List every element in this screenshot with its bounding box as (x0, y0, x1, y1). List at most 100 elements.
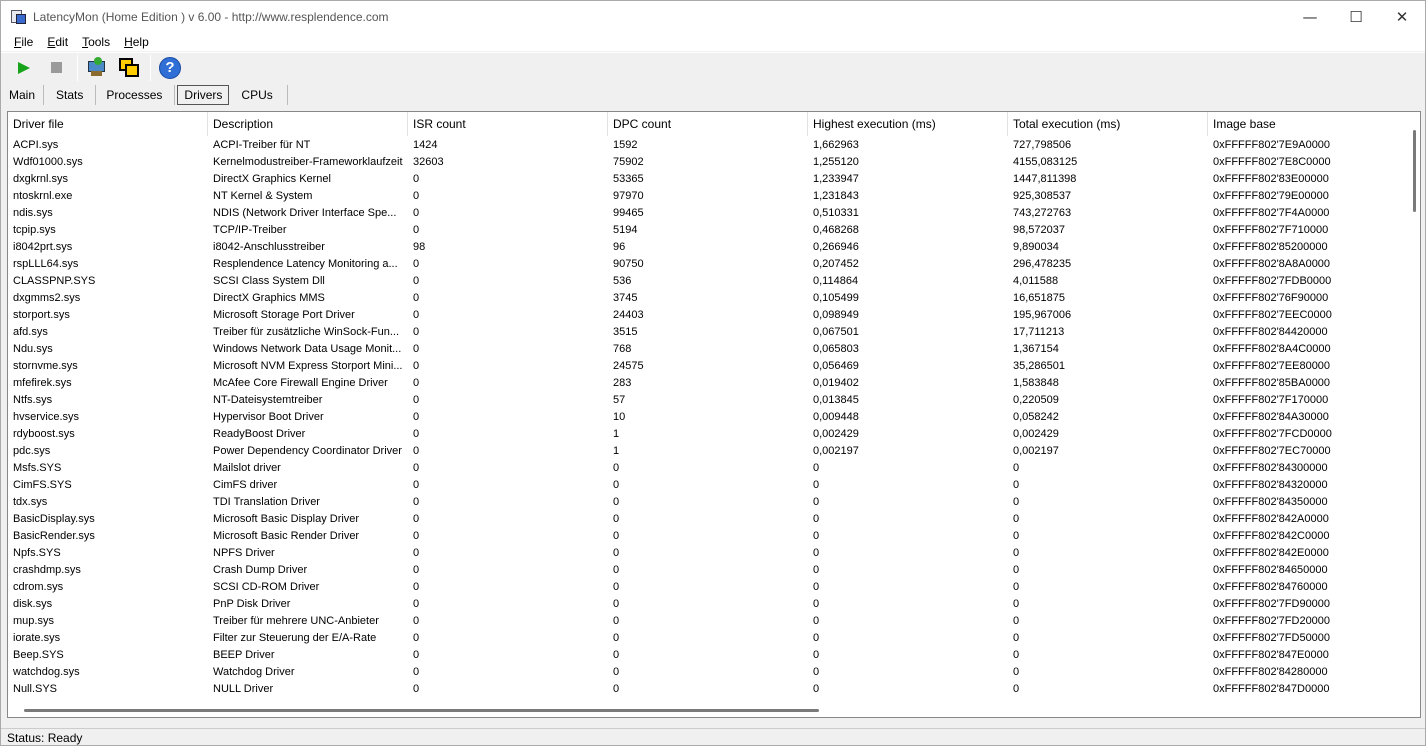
table-cell: 195,967006 (1013, 309, 1072, 321)
table-row[interactable]: tcpip.sys TCP/IP-Treiber 0 5194 0,468268 98,5… (8, 222, 1408, 239)
table-cell: 0xFFFFF802'84650000 (1213, 564, 1328, 576)
table-cell: 0,002429 (813, 428, 859, 440)
table-row[interactable]: rspLLL64.sys Resplendence Latency Monitor… (8, 256, 1408, 273)
table-row[interactable]: CLASSPNP.SYS SCSI Class System Dll 0 536 0,1… (8, 273, 1408, 290)
stop-button[interactable] (43, 55, 69, 81)
drivers-table[interactable]: Driver file Description ISR count DPC co… (7, 111, 1421, 718)
table-cell: 0 (613, 581, 620, 593)
table-row[interactable]: Ndu.sys Windows Network Data Usage Monit.… (8, 341, 1408, 358)
horizontal-scrollbar[interactable] (8, 703, 1408, 717)
table-row[interactable]: tdx.sys TDI Translation Driver 0 0 0 0 0xFFFFF… (8, 494, 1408, 511)
table-row[interactable]: BasicRender.sys Microsoft Basic Render Dr… (8, 528, 1408, 545)
column-header-isr-count[interactable]: ISR count (408, 112, 608, 136)
table-row[interactable]: disk.sys PnP Disk Driver 0 0 0 0 0xFFFFF802'7F… (8, 596, 1408, 613)
column-header-dpc-count[interactable]: DPC count (608, 112, 808, 136)
vertical-scroll-thumb[interactable] (1413, 130, 1416, 212)
table-cell: 0,207452 (813, 258, 859, 270)
table-row[interactable]: rdyboost.sys ReadyBoost Driver 0 1 0,002429 0… (8, 426, 1408, 443)
table-row[interactable]: Null.SYS NULL Driver 0 0 0 0 0xFFFFF802'847D00… (8, 681, 1408, 698)
table-cell: 0 (413, 615, 420, 627)
table-cell: 0 (813, 683, 820, 695)
table-cell: CLASSPNP.SYS (13, 275, 96, 287)
table-row[interactable]: ndis.sys NDIS (Network Driver Interface S… (8, 205, 1408, 222)
table-cell: 0 (413, 564, 420, 576)
table-cell: Mailslot driver (213, 462, 281, 474)
title-bar[interactable]: LatencyMon (Home Edition ) v 6.00 - http… (1, 1, 1425, 33)
column-header-highest-execution[interactable]: Highest execution (ms) (808, 112, 1008, 136)
column-header-total-execution[interactable]: Total execution (ms) (1008, 112, 1208, 136)
minimize-button[interactable]: — (1287, 1, 1333, 33)
table-cell: 1,255120 (813, 156, 859, 168)
table-row[interactable]: cdrom.sys SCSI CD-ROM Driver 0 0 0 0 0xFFFFF80… (8, 579, 1408, 596)
table-cell: 0xFFFFF802'7EEC0000 (1213, 309, 1332, 321)
windows-button[interactable] (116, 55, 142, 81)
table-cell: 0,002197 (813, 445, 859, 457)
table-row[interactable]: pdc.sys Power Dependency Coordinator Driv… (8, 443, 1408, 460)
table-row[interactable]: ntoskrnl.exe NT Kernel & System 0 97970 1,23… (8, 188, 1408, 205)
table-row[interactable]: dxgmms2.sys DirectX Graphics MMS 0 3745 0,10… (8, 290, 1408, 307)
table-cell: 0 (413, 326, 420, 338)
table-row[interactable]: BasicDisplay.sys Microsoft Basic Display … (8, 511, 1408, 528)
table-row[interactable]: i8042prt.sys i8042-Anschlusstreiber 98 96 0,… (8, 239, 1408, 256)
table-row[interactable]: mfefirek.sys McAfee Core Firewall Engine … (8, 375, 1408, 392)
tab-processes[interactable]: Processes (96, 85, 176, 105)
table-row[interactable]: crashdmp.sys Crash Dump Driver 0 0 0 0 0xFFFFF… (8, 562, 1408, 579)
table-row[interactable]: iorate.sys Filter zur Steuerung der E/A-R… (8, 630, 1408, 647)
table-row[interactable]: dxgkrnl.sys DirectX Graphics Kernel 0 53365… (8, 171, 1408, 188)
help-button[interactable]: ? (157, 55, 183, 81)
table-cell: Beep.SYS (13, 649, 64, 661)
table-row[interactable]: CimFS.SYS CimFS driver 0 0 0 0 0xFFFFF802'8432… (8, 477, 1408, 494)
tab-drivers[interactable]: Drivers (177, 85, 230, 105)
table-row[interactable]: afd.sys Treiber für zusätzliche WinSock-F… (8, 324, 1408, 341)
table-cell: 0xFFFFF802'842C0000 (1213, 530, 1330, 542)
table-cell: crashdmp.sys (13, 564, 81, 576)
table-row[interactable]: watchdog.sys Watchdog Driver 0 0 0 0 0xFFFFF80… (8, 664, 1408, 681)
table-cell: 0 (813, 598, 820, 610)
table-header: Driver file Description ISR count DPC co… (8, 112, 1408, 136)
table-cell: CimFS.SYS (13, 479, 72, 491)
menu-help[interactable]: Help (117, 35, 156, 49)
table-cell: 0 (413, 445, 420, 457)
table-row[interactable]: Beep.SYS BEEP Driver 0 0 0 0 0xFFFFF802'847E00… (8, 647, 1408, 664)
table-row[interactable]: Wdf01000.sys Kernelmodustreiber-Framework… (8, 154, 1408, 171)
table-row[interactable]: mup.sys Treiber für mehrere UNC-Anbieter 0… (8, 613, 1408, 630)
table-row[interactable]: stornvme.sys Microsoft NVM Express Storpo… (8, 358, 1408, 375)
tab-stats[interactable]: Stats (44, 85, 97, 105)
menu-file[interactable]: File (7, 35, 40, 49)
table-cell: 0 (813, 649, 820, 661)
table-cell: 0xFFFFF802'7F4A0000 (1213, 207, 1330, 219)
table-row[interactable]: hvservice.sys Hypervisor Boot Driver 0 10 0,… (8, 409, 1408, 426)
table-cell: 0,098949 (813, 309, 859, 321)
column-header-description[interactable]: Description (208, 112, 408, 136)
tab-main[interactable]: Main (1, 85, 45, 105)
menu-tools[interactable]: Tools (75, 35, 117, 49)
menu-edit[interactable]: Edit (40, 35, 75, 49)
close-button[interactable]: ✕ (1379, 1, 1425, 33)
table-row[interactable]: Npfs.SYS NPFS Driver 0 0 0 0 0xFFFFF802'842E00… (8, 545, 1408, 562)
table-cell: 1424 (413, 139, 438, 151)
table-row[interactable]: storport.sys Microsoft Storage Port Drive… (8, 307, 1408, 324)
table-cell: 0xFFFFF802'7EE80000 (1213, 360, 1331, 372)
table-cell: 0xFFFFF802'84420000 (1213, 326, 1328, 338)
table-cell: 1447,811398 (1013, 173, 1077, 185)
tools-button[interactable] (84, 55, 110, 81)
horizontal-scroll-thumb[interactable] (24, 709, 819, 712)
vertical-scrollbar[interactable] (1406, 112, 1420, 704)
table-cell: 0 (413, 411, 420, 423)
table-row[interactable]: ACPI.sys ACPI-Treiber für NT 1424 1592 1,662… (8, 137, 1408, 154)
table-cell: 0,105499 (813, 292, 859, 304)
table-cell: ACPI-Treiber für NT (213, 139, 311, 151)
table-cell: 10 (613, 411, 626, 423)
maximize-button[interactable]: ☐ (1333, 1, 1379, 33)
table-row[interactable]: Msfs.SYS Mailslot driver 0 0 0 0 0xFFFFF802'84… (8, 460, 1408, 477)
table-cell: 4,011588 (1013, 275, 1059, 287)
tab-cpus[interactable]: CPUs (231, 85, 288, 105)
table-cell: Microsoft NVM Express Storport Mini... (213, 360, 403, 372)
column-header-image-base[interactable]: Image base (1208, 112, 1408, 136)
table-cell: Microsoft Basic Render Driver (213, 530, 360, 542)
start-button[interactable] (11, 55, 37, 81)
menu-bar: File Edit Tools Help (1, 33, 1425, 51)
table-cell: 727,798506 (1013, 139, 1072, 151)
table-row[interactable]: Ntfs.sys NT-Dateisystemtreiber 0 57 0,013845… (8, 392, 1408, 409)
column-header-driver-file[interactable]: Driver file (8, 112, 208, 136)
